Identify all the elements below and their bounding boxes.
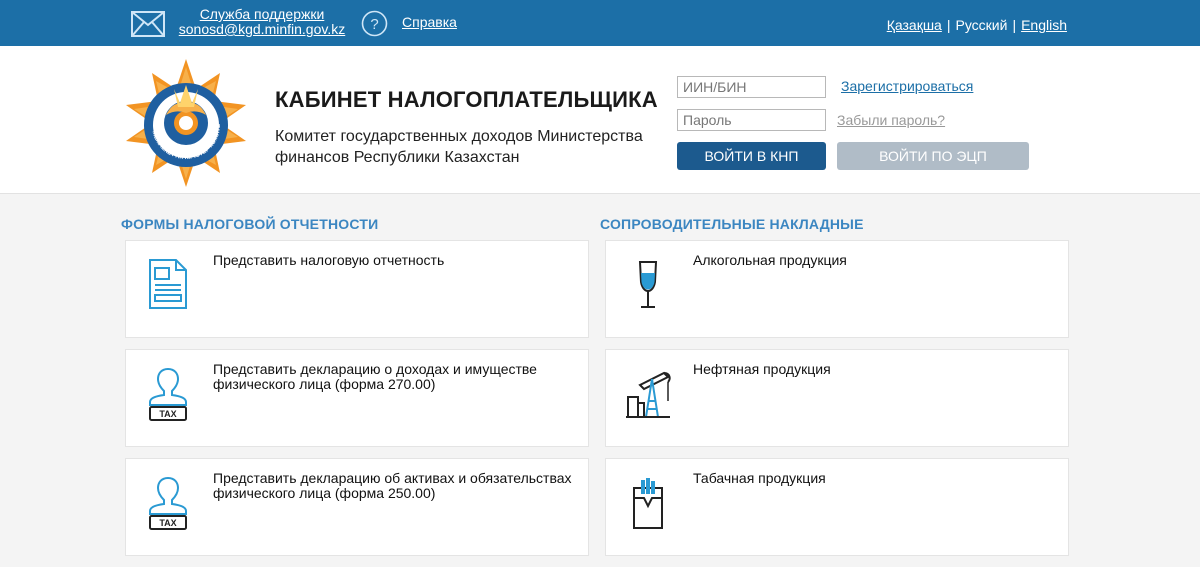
invoice-card-alcohol[interactable]: Алкогольная продукция bbox=[605, 240, 1069, 338]
top-bar: Служба поддержки sonosd@kgd.minfin.gov.k… bbox=[0, 0, 1200, 46]
support-email: sonosd@kgd.minfin.gov.kz bbox=[178, 21, 346, 37]
wine-glass-icon bbox=[638, 261, 658, 308]
invoice-card-tobacco[interactable]: Табачная продукция bbox=[605, 458, 1069, 556]
login-ecp-button[interactable]: ВОЙТИ ПО ЭЦП bbox=[837, 142, 1029, 170]
invoice-card-oil[interactable]: Нефтяная продукция bbox=[605, 349, 1069, 447]
password-input[interactable] bbox=[677, 109, 826, 131]
lang-kazakh[interactable]: Қазақша bbox=[887, 17, 942, 33]
language-switcher: Қазақша | Русский | English bbox=[887, 17, 1067, 33]
page-subtitle: Комитет государственных доходов Министер… bbox=[275, 128, 643, 166]
svg-text:?: ? bbox=[370, 16, 378, 33]
login-knp-button[interactable]: ВОЙТИ В КНП bbox=[677, 142, 826, 170]
header: МЕМЛЕКЕТТІК КІРІСТЕР КОМИТЕТІ КАБИНЕТ НА… bbox=[0, 46, 1200, 194]
register-link[interactable]: Зарегистрироваться bbox=[841, 78, 973, 94]
cigarette-pack-icon bbox=[633, 478, 663, 529]
reports-section-title: ФОРМЫ НАЛОГОВОЙ ОТЧЕТНОСТИ bbox=[121, 216, 379, 232]
page-title: КАБИНЕТ НАЛОГОПЛАТЕЛЬЩИКА bbox=[275, 87, 658, 112]
card-label: Табачная продукция bbox=[693, 470, 826, 486]
support-link[interactable]: Служба поддержки sonosd@kgd.minfin.gov.k… bbox=[176, 7, 348, 37]
support-title: Служба поддержки bbox=[199, 6, 325, 22]
report-card-tax-reporting[interactable]: Представить налоговую отчетность bbox=[125, 240, 589, 338]
forgot-password-link[interactable]: Забыли пароль? bbox=[837, 112, 945, 128]
lang-separator: | bbox=[946, 17, 951, 33]
tax-badge-text: TAX bbox=[159, 518, 176, 528]
lang-english[interactable]: English bbox=[1021, 17, 1067, 33]
kgd-logo-emblem: МЕМЛЕКЕТТІК КІРІСТЕР КОМИТЕТІ bbox=[122, 59, 246, 187]
tax-badge-text: TAX bbox=[159, 409, 176, 419]
oil-pump-icon bbox=[626, 371, 671, 418]
card-label: Представить декларацию об активах и обяз… bbox=[213, 470, 572, 501]
question-icon[interactable]: ? bbox=[361, 10, 388, 37]
report-card-form-270[interactable]: TAX Представить декларацию о доходах и и… bbox=[125, 349, 589, 447]
mail-icon[interactable] bbox=[131, 11, 165, 37]
person-tax-icon: TAX bbox=[149, 476, 187, 530]
help-link[interactable]: Справка bbox=[402, 14, 457, 30]
card-label: Представить декларацию о доходах и имуще… bbox=[213, 361, 537, 392]
iin-input[interactable] bbox=[677, 76, 826, 98]
lang-separator: | bbox=[1012, 17, 1017, 33]
card-label: Алкогольная продукция bbox=[693, 252, 847, 268]
card-label: Представить налоговую отчетность bbox=[213, 252, 445, 268]
person-tax-icon: TAX bbox=[149, 367, 187, 421]
invoices-section-title: СОПРОВОДИТЕЛЬНЫЕ НАКЛАДНЫЕ bbox=[600, 216, 864, 232]
card-label: Нефтяная продукция bbox=[693, 361, 831, 377]
document-icon bbox=[149, 259, 187, 309]
lang-russian: Русский bbox=[955, 17, 1008, 33]
report-card-form-250[interactable]: TAX Представить декларацию об активах и … bbox=[125, 458, 589, 556]
